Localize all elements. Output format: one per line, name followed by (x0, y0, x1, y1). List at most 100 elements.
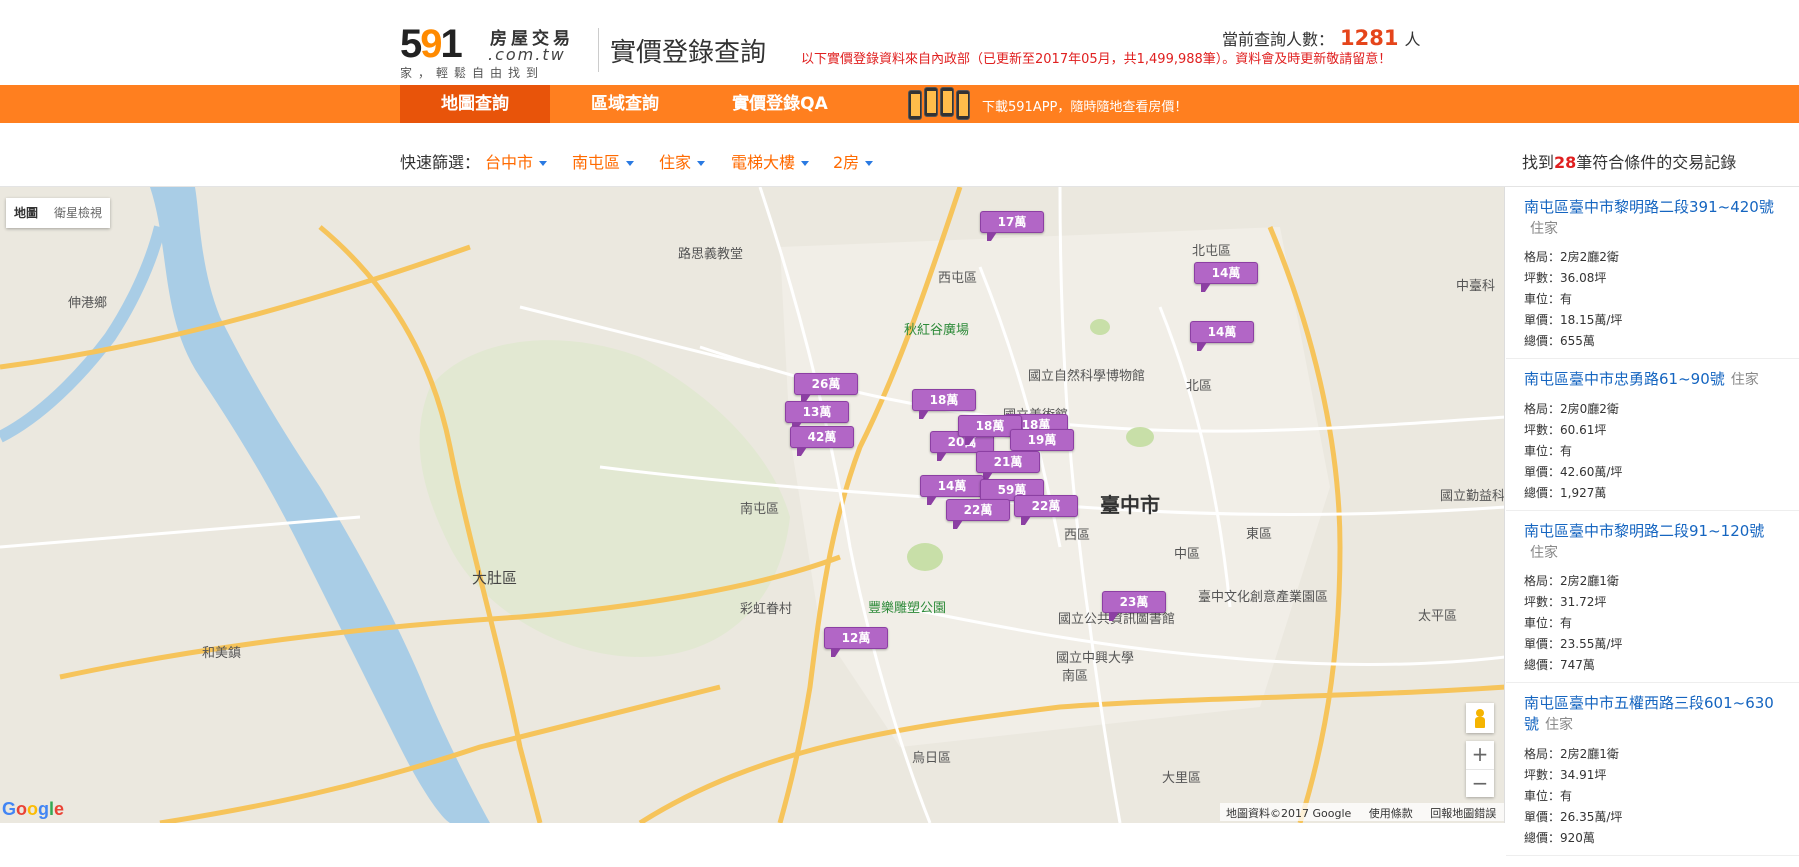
listing-area: 坪數：60.61坪 (1524, 423, 1607, 437)
app-promo-text: 下載591APP，隨時隨地查看房價！ (982, 100, 1188, 115)
map-label-chunghsing-univ: 國立中興大學 (1056, 651, 1135, 666)
map-label-zhongshe: 中臺科 (1456, 279, 1496, 294)
listing-parking: 車位：有 (1524, 616, 1573, 630)
listing-layout: 格局：2房2廳1衛 (1524, 574, 1619, 588)
listing-total-price: 總價：747萬 (1524, 658, 1595, 672)
price-pin[interactable]: 26萬 (794, 373, 858, 403)
map-type-control: 地圖 衛星檢視 (6, 198, 111, 228)
price-pin[interactable]: 14萬 (920, 475, 984, 505)
list-item[interactable]: 南屯區臺中市忠勇路61~90號 住家 格局：2房0廳2衛 坪數：60.61坪 車位… (1506, 359, 1799, 511)
listing-unit-price: 單價：23.55萬/坪 (1524, 637, 1623, 651)
zoom-out-button[interactable]: − (1466, 769, 1494, 797)
map-label-hemei: 和美鎮 (202, 646, 242, 661)
report-error-link[interactable]: 回報地圖錯誤 (1430, 807, 1496, 820)
listing-layout: 格局：2房0廳2衛 (1524, 402, 1619, 416)
caret-down-icon (626, 161, 635, 166)
caret-down-icon (865, 161, 874, 166)
visitor-counter: 當前查詢人數： 1281 人 (1222, 26, 1420, 50)
caret-down-icon (539, 161, 548, 166)
map-label-central: 中區 (1174, 547, 1201, 562)
rooms-dropdown[interactable]: 2房 (833, 149, 874, 173)
logo-number: 591 (400, 22, 463, 66)
list-item[interactable]: 南屯區臺中市黎明路二段391~420號住家 格局：2房2廳2衛 坪數：36.08… (1506, 187, 1799, 359)
listing-total-price: 總價：920萬 (1524, 831, 1595, 845)
listing-area: 坪數：36.08坪 (1524, 271, 1607, 285)
price-pin[interactable]: 23萬 (1102, 591, 1166, 621)
map-label-beitun: 北屯區 (1192, 244, 1232, 259)
price-pin[interactable]: 18萬 (912, 389, 976, 419)
listing-layout: 格局：2房2廳2衛 (1524, 250, 1619, 264)
listing-parking: 車位：有 (1524, 292, 1573, 306)
data-update-notice: 以下實價登錄資料來自內政部（已更新至2017年05月，共1,499,988筆）。… (801, 52, 1392, 67)
listing-type: 住家 (1530, 221, 1558, 237)
map-type-satellite-button[interactable]: 衛星檢視 (46, 198, 110, 228)
map-label-south: 南區 (1062, 669, 1089, 684)
result-count: 找到28筆符合條件的交易記錄 (1522, 153, 1737, 172)
caret-down-icon (697, 161, 706, 166)
listing-type: 住家 (1545, 717, 1574, 733)
map-canvas[interactable]: 臺中市 大肚區 南屯區 西屯區 北屯區 北區 西區 中區 東區 南區 烏日區 大… (0, 187, 1505, 823)
price-pin[interactable]: 14萬 (1194, 262, 1258, 292)
map-label-fengle-park: 豐樂雕塑公園 (868, 601, 947, 616)
street-view-pegman-icon[interactable] (1466, 703, 1494, 733)
district-dropdown[interactable]: 南屯區 (572, 149, 635, 173)
price-pin[interactable]: 17萬 (980, 211, 1044, 241)
price-pin[interactable]: 12萬 (824, 627, 888, 657)
list-item[interactable]: 南屯區臺中市黎明路二段91~120號住家 格局：2房2廳1衛 坪數：31.72坪… (1506, 511, 1799, 683)
page-title: 實價登錄查詢 (610, 38, 767, 68)
site-header: 591 房屋交易 .com.tw 家，輕鬆自由找到 實價登錄查詢 當前查詢人數：… (0, 0, 1799, 85)
visitor-label: 當前查詢人數： (1222, 30, 1335, 49)
listing-title-link[interactable]: 南屯區臺中市黎明路二段391~420號 (1524, 198, 1774, 216)
terms-link[interactable]: 使用條款 (1369, 807, 1413, 820)
listing-area: 坪數：31.72坪 (1524, 595, 1607, 609)
map-label-xitun: 西屯區 (938, 271, 978, 286)
filter-bar: 快速篩選： 台中市 南屯區 住家 電梯大樓 2房 找到28筆符合條件的交易記錄 (0, 123, 1799, 187)
listing-parking: 車位：有 (1524, 789, 1573, 803)
map-label-cultural-park: 臺中文化創意產業園區 (1198, 590, 1329, 605)
filter-label: 快速篩選： (400, 153, 481, 172)
listing-type: 住家 (1730, 372, 1759, 388)
logo-domain: .com.tw (488, 45, 566, 64)
nav-tab-qa[interactable]: 實價登錄QA (705, 85, 855, 123)
listing-unit-price: 單價：18.15萬/坪 (1524, 313, 1623, 327)
listing-unit-price: 單價：42.60萬/坪 (1524, 465, 1623, 479)
map-type-map-button[interactable]: 地圖 (6, 198, 46, 228)
listing-layout: 格局：2房2廳1衛 (1524, 747, 1619, 761)
site-logo[interactable]: 591 房屋交易 .com.tw 家，輕鬆自由找到 (400, 22, 592, 80)
listing-unit-price: 單價：26.35萬/坪 (1524, 810, 1623, 824)
price-pin[interactable]: 42萬 (790, 426, 854, 456)
map-label-science-museum: 國立自然科學博物館 (1028, 369, 1146, 384)
listing-parking: 車位：有 (1524, 444, 1573, 458)
map-label-nantun: 南屯區 (740, 502, 780, 517)
nav-tab-area-search[interactable]: 區域查詢 (555, 85, 695, 123)
usage-dropdown[interactable]: 住家 (659, 149, 706, 173)
google-logo: Google (2, 799, 65, 819)
nav-tab-map-search[interactable]: 地圖查詢 (400, 85, 550, 123)
listing-title-link[interactable]: 南屯區臺中市忠勇路61~90號 (1524, 370, 1725, 388)
listing-type: 住家 (1530, 545, 1558, 561)
visitor-unit: 人 (1404, 30, 1421, 49)
map-label-wuri: 烏日區 (912, 751, 952, 766)
listing-panel: 南屯區臺中市黎明路二段391~420號住家 格局：2房2廳2衛 坪數：36.08… (1506, 187, 1799, 867)
map-label-west: 西區 (1064, 528, 1091, 543)
building-type-dropdown[interactable]: 電梯大樓 (731, 149, 810, 173)
caret-down-icon (801, 161, 810, 166)
list-item[interactable]: 南屯區臺中市五權西路三段601~630號 住家 格局：2房2廳1衛 坪數：34.9… (1506, 683, 1799, 856)
zoom-control: + − (1466, 741, 1494, 797)
price-pin[interactable]: 22萬 (1014, 495, 1078, 525)
map-label-dali: 大里區 (1162, 771, 1202, 786)
logo-slogan: 家，輕鬆自由找到 (400, 66, 545, 80)
price-pin[interactable]: 22萬 (946, 499, 1010, 529)
phone-app-icon (908, 87, 976, 120)
map-label-north: 北區 (1186, 379, 1213, 394)
price-pin[interactable]: 19萬 (1010, 429, 1074, 459)
map-label-shengang: 伸港鄉 (68, 296, 108, 311)
price-pin[interactable]: 14萬 (1190, 321, 1254, 351)
price-pin[interactable]: 21萬 (976, 451, 1040, 481)
listing-title-link[interactable]: 南屯區臺中市黎明路二段91~120號 (1524, 522, 1764, 540)
city-dropdown[interactable]: 台中市 (485, 149, 548, 173)
price-pin[interactable]: 13萬 (785, 401, 849, 431)
zoom-in-button[interactable]: + (1466, 741, 1494, 769)
map-label-taichung: 臺中市 (1100, 493, 1160, 517)
map-attribution: 地圖資料©2017 Google 使用條款 回報地圖錯誤 (1220, 803, 1504, 821)
